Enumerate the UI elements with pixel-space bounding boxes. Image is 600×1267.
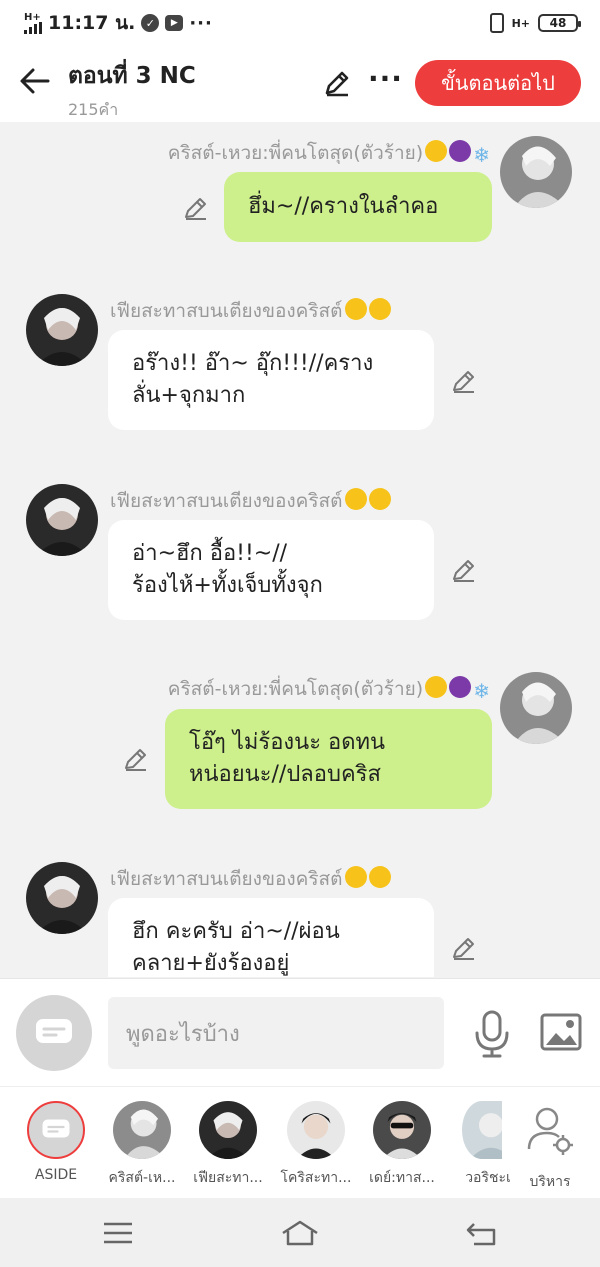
character-label: คริสต์-เห... xyxy=(108,1170,176,1186)
avatar[interactable] xyxy=(500,672,572,744)
character-item[interactable]: คริสต์-เห... xyxy=(109,1101,175,1189)
avatar[interactable] xyxy=(500,136,572,208)
character-name: คริสต์-เหวย:พี่คนโตสุด(ตัวร้าย) ❄ xyxy=(168,138,490,168)
unamused-emoji-icon xyxy=(368,298,391,320)
devil-emoji-icon xyxy=(449,676,472,698)
system-nav-bar xyxy=(0,1198,600,1267)
character-name: คริสต์-เหวย:พี่คนโตสุด(ตัวร้าย) ❄ xyxy=(168,674,490,704)
blush-emoji-icon xyxy=(344,866,367,888)
unamused-emoji-icon xyxy=(368,488,391,510)
character-name-text: เฟียสะทาสบนเตียงของคริสต์ xyxy=(110,490,343,512)
character-name: เฟียสะทาสบนเตียงของคริสต์ xyxy=(110,864,391,894)
character-name-text: คริสต์-เหวย:พี่คนโตสุด(ตัวร้าย) xyxy=(167,142,424,164)
edit-message-icon[interactable] xyxy=(450,367,478,395)
message-bubble[interactable]: โอ๊ๆ ไม่ร้องนะ อดทน หน่อยนะ//ปลอบคริส xyxy=(165,709,492,809)
signal-icon: H+ xyxy=(24,11,42,34)
avatar xyxy=(373,1101,431,1159)
word-count: 215คำ xyxy=(68,100,119,119)
message-text-line: ร้องไห้+ทั้งเจ็บทั้งจุก xyxy=(132,573,323,598)
avatar[interactable] xyxy=(26,484,98,556)
check-badge-icon: ✓ xyxy=(141,14,160,32)
character-label: เดย์:ทาส... xyxy=(369,1170,435,1186)
more-notifications-icon: ··· xyxy=(189,12,213,34)
character-name-text: เฟียสะทาสบนเตียงของคริสต์ xyxy=(110,300,343,322)
character-label: เฟียสะทา... xyxy=(193,1170,263,1186)
character-item[interactable]: เดย์:ทาส... xyxy=(369,1101,435,1189)
avatar xyxy=(287,1101,345,1159)
back-arrow-icon[interactable] xyxy=(18,64,52,98)
character-name-text: เฟียสะทาสบนเตียงของคริสต์ xyxy=(110,868,343,890)
character-label: โคริสะทา... xyxy=(280,1170,352,1186)
character-selector: ASIDE คริสต์-เห... เฟียสะทา... โคริสะทา.… xyxy=(0,1086,600,1198)
vibrate-icon xyxy=(489,13,504,33)
character-name-text: คริสต์-เหวย:พี่คนโตสุด(ตัวร้าย) xyxy=(167,678,424,700)
clock: 11:17 น. xyxy=(48,12,136,34)
character-label: บริหาร xyxy=(529,1174,571,1190)
comment-icon xyxy=(42,1119,70,1138)
page-title: ตอนที่ 3 NC xyxy=(68,63,196,89)
home-icon[interactable] xyxy=(280,1218,320,1248)
message-text-line: คลาย+ยังร้องอยู่ xyxy=(132,951,290,976)
avatar xyxy=(462,1101,502,1159)
message-text: ฮึ่ม~//ครางในลำคอ xyxy=(248,194,439,219)
user-settings-icon xyxy=(527,1107,573,1155)
avatar[interactable] xyxy=(26,294,98,366)
devil-emoji-icon xyxy=(449,140,472,162)
back-nav-icon[interactable] xyxy=(462,1218,502,1248)
edit-message-icon[interactable] xyxy=(122,745,150,773)
microphone-icon[interactable] xyxy=(472,1009,512,1059)
snowflake-emoji-icon: ❄ xyxy=(473,679,490,703)
avatar[interactable] xyxy=(26,862,98,934)
character-item[interactable]: โคริสะทา... xyxy=(281,1101,351,1189)
avatar xyxy=(199,1101,257,1159)
blush-emoji-icon xyxy=(344,488,367,510)
status-bar: H+ 11:17 น. ✓ ▶ ··· H+ 48 xyxy=(0,0,600,46)
image-icon[interactable] xyxy=(540,1013,582,1051)
message-text-line: โอ๊ๆ ไม่ร้องนะ อดทน xyxy=(189,730,386,755)
edit-message-icon[interactable] xyxy=(450,556,478,584)
smile-emoji-icon xyxy=(425,140,448,162)
character-aside[interactable]: ASIDE xyxy=(24,1101,88,1183)
message-input[interactable]: พูดอะไรบ้าง xyxy=(108,997,444,1069)
message-bubble[interactable]: อ่า~ฮึก อื้อ!!~// ร้องไห้+ทั้งเจ็บทั้งจุ… xyxy=(108,520,434,620)
manage-characters-button[interactable]: บริหาร xyxy=(518,1101,582,1193)
unamused-emoji-icon xyxy=(368,866,391,888)
character-name: เฟียสะทาสบนเตียงของคริสต์ xyxy=(110,296,391,326)
youtube-icon: ▶ xyxy=(165,15,184,31)
message-bubble[interactable]: อร๊าง!! อ๊า~ อุ๊ก!!!//คราง ลั่น+จุกมาก xyxy=(108,330,434,430)
character-item[interactable]: เฟียสะทา... xyxy=(193,1101,263,1189)
input-bar: พูดอะไรบ้าง xyxy=(0,978,600,1086)
message-bubble[interactable]: ฮึก คะครับ อ่า~//ผ่อน คลาย+ยังร้องอยู่ xyxy=(108,898,434,977)
edit-message-icon[interactable] xyxy=(450,934,478,962)
blush-emoji-icon xyxy=(344,298,367,320)
message-bubble[interactable]: ฮึ่ม~//ครางในลำคอ xyxy=(224,172,492,242)
message-text-line: ฮึก คะครับ อ่า~//ผ่อน xyxy=(132,919,340,944)
message-text-line: หน่อยนะ//ปลอบคริส xyxy=(189,762,381,787)
aside-avatar xyxy=(27,1101,85,1159)
smile-emoji-icon xyxy=(425,676,448,698)
aside-button[interactable] xyxy=(16,995,92,1071)
next-step-button[interactable]: ขั้นตอนต่อไป xyxy=(415,60,581,106)
network-type: H+ xyxy=(24,11,41,23)
battery-level: 48 xyxy=(549,16,567,30)
snowflake-emoji-icon: ❄ xyxy=(473,143,490,167)
message-text-line: อ่า~ฮึก อื้อ!!~// xyxy=(132,541,288,566)
edit-message-icon[interactable] xyxy=(182,194,210,222)
chat-area[interactable]: คริสต์-เหวย:พี่คนโตสุด(ตัวร้าย) ❄ ฮึ่ม~//… xyxy=(0,122,600,977)
app-header: ตอนที่ 3 NC 215คำ ··· ขั้นตอนต่อไป xyxy=(0,46,600,122)
message-text-line: ลั่น+จุกมาก xyxy=(132,383,246,408)
message-text-line: อร๊าง!! อ๊า~ อุ๊ก!!!//คราง xyxy=(132,351,374,376)
character-label: ASIDE xyxy=(34,1167,78,1183)
character-name: เฟียสะทาสบนเตียงของคริสต์ xyxy=(110,486,391,516)
menu-icon[interactable] xyxy=(98,1218,138,1248)
avatar xyxy=(113,1101,171,1159)
more-options-icon[interactable]: ··· xyxy=(368,62,403,95)
comment-icon xyxy=(36,1019,72,1043)
network-type-right: H+ xyxy=(511,16,530,30)
edit-pencil-icon[interactable] xyxy=(322,68,352,98)
battery-icon: 48 xyxy=(538,14,581,32)
